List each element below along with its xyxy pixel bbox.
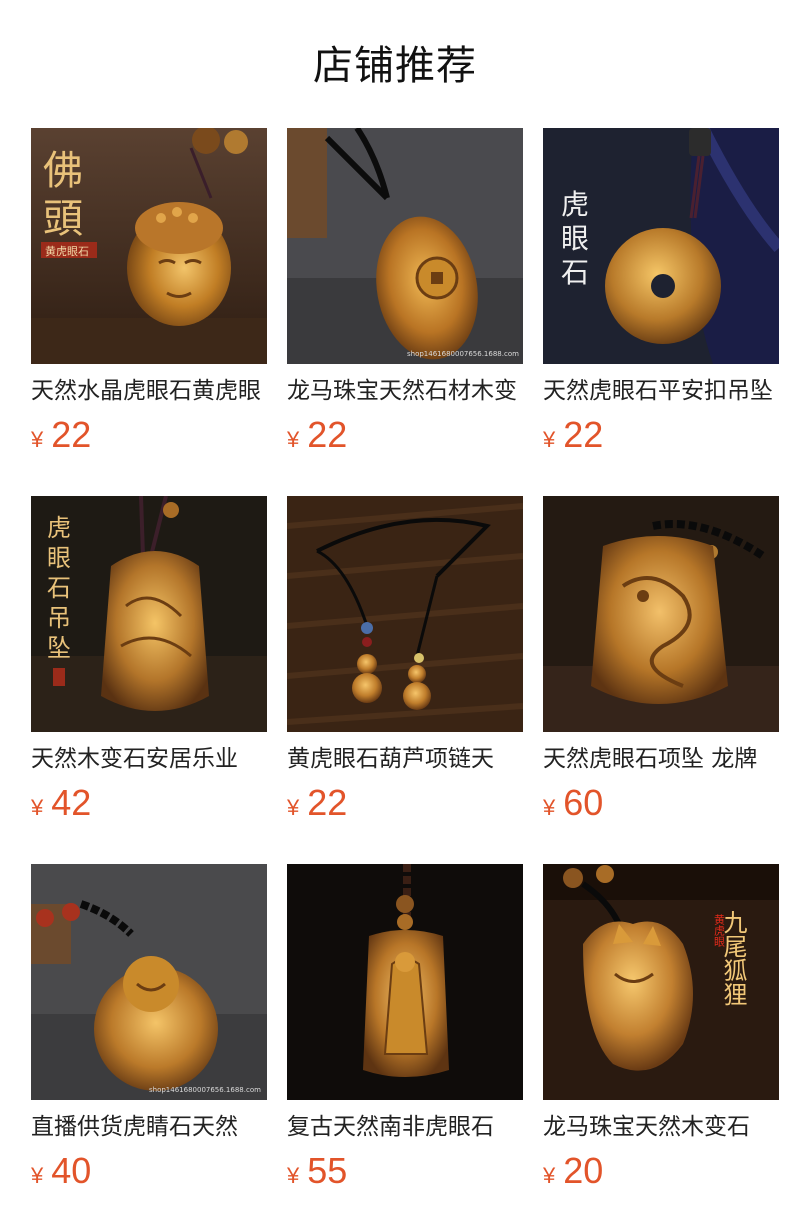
product-image[interactable]: shop1461680007656.1688.com xyxy=(287,128,523,364)
product-card[interactable]: 黄虎眼石葫芦项链天 ¥22 xyxy=(287,496,523,836)
product-card[interactable]: shop1461680007656.1688.com 龙马珠宝天然石材木变 ¥2… xyxy=(287,128,523,468)
currency-symbol: ¥ xyxy=(287,427,300,452)
product-name[interactable]: 天然木变石安居乐业 xyxy=(31,742,267,776)
product-image[interactable] xyxy=(287,864,523,1100)
dragon-plaque-pendant-icon xyxy=(543,496,779,732)
price-value: 22 xyxy=(307,782,348,823)
guanyin-plaque-pendant-icon xyxy=(287,864,523,1100)
currency-symbol: ¥ xyxy=(31,1163,44,1188)
product-card[interactable]: shop1461680007656.1688.com 直播供货虎睛石天然 ¥40 xyxy=(31,864,267,1204)
gourd-necklace-icon xyxy=(287,496,523,732)
currency-symbol: ¥ xyxy=(543,427,556,452)
image-caption: 虎 xyxy=(47,514,71,542)
product-card[interactable]: 九尾狐狸 黄虎眼 龙马珠宝天然木变石 ¥20 xyxy=(543,864,779,1204)
laughing-buddha-pendant-icon: shop1461680007656.1688.com xyxy=(31,864,267,1100)
product-card[interactable]: 虎 眼 石 吊 坠 天然木变石安居乐业 ¥42 xyxy=(31,496,267,836)
buddha-head-pendant-icon: 佛 頭 黄虎眼石 xyxy=(31,128,267,364)
product-image[interactable] xyxy=(543,496,779,732)
price-value: 40 xyxy=(51,1150,92,1191)
image-caption: 眼 xyxy=(561,222,589,255)
currency-symbol: ¥ xyxy=(287,1163,300,1188)
product-price: ¥60 xyxy=(543,780,603,826)
product-card[interactable]: 虎 眼 石 天然虎眼石平安扣吊坠 ¥22 xyxy=(543,128,779,468)
product-name[interactable]: 直播供货虎睛石天然 xyxy=(31,1110,267,1144)
image-caption: 黄虎眼 xyxy=(713,913,726,948)
currency-symbol: ¥ xyxy=(543,1163,556,1188)
product-name[interactable]: 龙马珠宝天然木变石 xyxy=(543,1110,779,1144)
product-card[interactable]: 佛 頭 黄虎眼石 天然水晶虎眼石黄虎眼 ¥22 xyxy=(31,128,267,468)
product-image[interactable]: shop1461680007656.1688.com xyxy=(31,864,267,1100)
product-image[interactable]: 虎 眼 石 xyxy=(543,128,779,364)
product-price: ¥55 xyxy=(287,1148,347,1194)
image-caption: 吊 xyxy=(47,604,71,632)
product-name[interactable]: 龙马珠宝天然石材木变 xyxy=(287,374,523,408)
price-value: 22 xyxy=(51,414,92,455)
price-value: 22 xyxy=(307,414,348,455)
product-name[interactable]: 天然水晶虎眼石黄虎眼 xyxy=(31,374,267,408)
product-name[interactable]: 天然虎眼石平安扣吊坠 xyxy=(543,374,779,408)
price-value: 55 xyxy=(307,1150,348,1191)
currency-symbol: ¥ xyxy=(31,795,44,820)
nine-tail-fox-pendant-icon: 九尾狐狸 黄虎眼 xyxy=(543,864,779,1100)
price-value: 42 xyxy=(51,782,92,823)
currency-symbol: ¥ xyxy=(287,795,300,820)
product-name[interactable]: 天然虎眼石项坠 龙牌 xyxy=(543,742,779,776)
product-image[interactable] xyxy=(287,496,523,732)
product-card[interactable]: 天然虎眼石项坠 龙牌 ¥60 xyxy=(543,496,779,836)
svg-text:shop1461680007656.1688.com: shop1461680007656.1688.com xyxy=(407,350,519,358)
product-image[interactable]: 九尾狐狸 黄虎眼 xyxy=(543,864,779,1100)
image-caption: 眼 xyxy=(47,544,71,572)
safety-buckle-pendant-icon: 虎 眼 石 xyxy=(543,128,779,364)
price-value: 60 xyxy=(563,782,604,823)
page-title: 店铺推荐 xyxy=(313,43,477,89)
svg-text:shop1461680007656.1688.com: shop1461680007656.1688.com xyxy=(149,1086,261,1094)
currency-symbol: ¥ xyxy=(31,427,44,452)
image-caption: 佛 xyxy=(43,148,83,194)
currency-symbol: ¥ xyxy=(543,795,556,820)
image-caption: 黄虎眼石 xyxy=(45,244,89,258)
price-value: 20 xyxy=(563,1150,604,1191)
product-card[interactable]: 复古天然南非虎眼石 ¥55 xyxy=(287,864,523,1204)
image-caption: 石 xyxy=(561,256,589,289)
image-caption: 頭 xyxy=(43,196,83,242)
coin-toad-pendant-icon: shop1461680007656.1688.com xyxy=(287,128,523,364)
image-caption: 石 xyxy=(47,574,71,602)
product-price: ¥22 xyxy=(287,780,347,826)
product-price: ¥40 xyxy=(31,1148,91,1194)
image-caption: 坠 xyxy=(47,634,71,662)
product-name[interactable]: 黄虎眼石葫芦项链天 xyxy=(287,742,523,776)
product-price: ¥20 xyxy=(543,1148,603,1194)
price-value: 22 xyxy=(563,414,604,455)
product-price: ¥22 xyxy=(31,412,91,458)
product-name[interactable]: 复古天然南非虎眼石 xyxy=(287,1110,523,1144)
product-image[interactable]: 佛 頭 黄虎眼石 xyxy=(31,128,267,364)
landscape-pendant-icon: 虎 眼 石 吊 坠 xyxy=(31,496,267,732)
image-caption: 虎 xyxy=(561,188,589,221)
product-image[interactable]: 虎 眼 石 吊 坠 xyxy=(31,496,267,732)
product-price: ¥22 xyxy=(543,412,603,458)
product-price: ¥22 xyxy=(287,412,347,458)
product-price: ¥42 xyxy=(31,780,91,826)
